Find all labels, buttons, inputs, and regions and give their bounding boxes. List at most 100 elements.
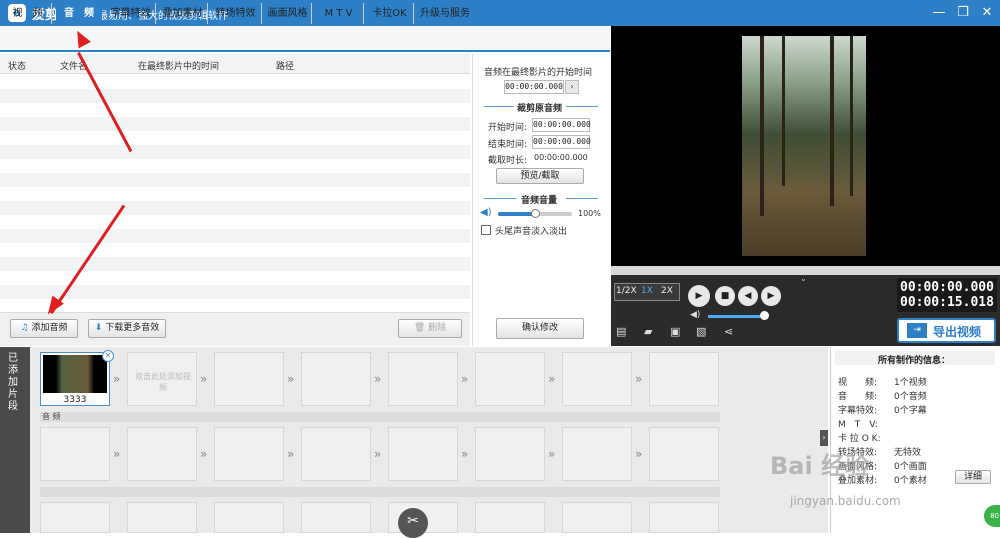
detail-button[interactable]: 详细 bbox=[955, 470, 991, 484]
player-volume-icon[interactable]: ◀) bbox=[690, 310, 700, 320]
volume-slider[interactable] bbox=[498, 209, 572, 218]
minimize-button[interactable]: — bbox=[930, 4, 948, 22]
empty-clip-slot[interactable] bbox=[649, 427, 719, 481]
column-status[interactable]: 状态 bbox=[8, 59, 26, 72]
empty-clip-slot[interactable] bbox=[127, 427, 197, 481]
empty-clip-slot[interactable] bbox=[214, 502, 284, 533]
clip-thumbnail[interactable]: 3333 bbox=[40, 352, 110, 406]
list-item[interactable] bbox=[0, 89, 470, 103]
add-video-placeholder-label: 双击此处添加视频 bbox=[135, 372, 191, 392]
tab-karaoke[interactable]: 卡拉OK bbox=[366, 3, 414, 24]
column-time-in-film[interactable]: 在最终影片中的时间 bbox=[138, 59, 219, 72]
empty-clip-slot[interactable] bbox=[127, 502, 197, 533]
save-icon[interactable]: ▣ bbox=[670, 325, 680, 338]
tab-video[interactable]: 视 频 bbox=[4, 3, 52, 24]
next-frame-icon[interactable]: ▶ bbox=[761, 286, 781, 306]
export-video-button[interactable]: ⇥ 导出视频 bbox=[897, 318, 996, 343]
preview-crop-button[interactable]: 预览/截取 bbox=[496, 168, 584, 184]
watermark-url: jingyan.baidu.com bbox=[790, 494, 901, 508]
download-more-label: 下载更多音效 bbox=[105, 323, 160, 333]
tab-subtitle-effects[interactable]: 字幕特效 bbox=[106, 3, 156, 24]
tab-picture-style[interactable]: 画面风格 bbox=[264, 3, 312, 24]
total-time: 00:00:15.018 bbox=[900, 295, 994, 310]
list-item[interactable] bbox=[0, 201, 470, 215]
player-volume-handle[interactable] bbox=[760, 311, 769, 320]
speed-1x-button[interactable]: 1X bbox=[641, 286, 653, 296]
tab-mtv[interactable]: M T V bbox=[314, 3, 364, 24]
empty-clip-slot[interactable] bbox=[475, 352, 545, 406]
list-item[interactable] bbox=[0, 229, 470, 243]
chevron-down-icon[interactable]: ⌄ bbox=[800, 274, 807, 283]
info-video-value: 1个视频 bbox=[894, 378, 927, 388]
scissors-icon[interactable]: ✂ bbox=[398, 508, 428, 538]
tab-audio[interactable]: 音 频 bbox=[56, 3, 102, 24]
chevron-right-icon[interactable]: › bbox=[565, 80, 579, 94]
open-folder-icon[interactable]: ▰ bbox=[644, 325, 652, 338]
tab-transitions[interactable]: 转场特效 bbox=[210, 3, 262, 24]
save-as-icon[interactable]: ▧ bbox=[696, 325, 706, 338]
speed-half-button[interactable]: 1/2X bbox=[616, 286, 637, 296]
add-video-placeholder[interactable]: 双击此处添加视频 bbox=[127, 352, 197, 406]
chevron-right-icon: » bbox=[635, 447, 643, 461]
fade-checkbox[interactable] bbox=[481, 225, 491, 235]
empty-clip-slot[interactable] bbox=[40, 502, 110, 533]
maximize-button[interactable]: ❐ bbox=[954, 4, 972, 22]
empty-clip-slot[interactable] bbox=[475, 427, 545, 481]
delete-button[interactable]: 🗑 删除 bbox=[398, 319, 462, 338]
list-item[interactable] bbox=[0, 145, 470, 159]
video-frame-image bbox=[742, 36, 866, 256]
list-item[interactable] bbox=[0, 173, 470, 187]
remove-clip-icon[interactable]: ✕ bbox=[102, 350, 114, 362]
stop-icon[interactable]: ■ bbox=[715, 286, 735, 306]
start-in-film-input[interactable]: 00:00:00.000 bbox=[504, 80, 564, 94]
crop-end-input[interactable]: 00:00:00.000 bbox=[532, 135, 591, 149]
play-icon[interactable]: ▶ bbox=[688, 285, 710, 307]
info-subtitle-value: 0个字幕 bbox=[894, 406, 927, 416]
tab-overlay-materials[interactable]: 叠加素材 bbox=[158, 3, 208, 24]
add-audio-button[interactable]: ♫ 添加音频 bbox=[10, 319, 78, 338]
list-item[interactable] bbox=[0, 257, 470, 271]
tab-upgrade-service[interactable]: 升级与服务 bbox=[416, 3, 474, 24]
empty-clip-slot[interactable] bbox=[562, 502, 632, 533]
empty-clip-slot[interactable] bbox=[649, 352, 719, 406]
crop-start-input[interactable]: 00:00:00.000 bbox=[532, 118, 591, 132]
empty-clip-slot[interactable] bbox=[388, 427, 458, 481]
corner-badge: 80 bbox=[984, 505, 1000, 527]
player-volume-slider[interactable] bbox=[708, 315, 764, 318]
new-project-icon[interactable]: ▤ bbox=[616, 325, 626, 338]
crop-duration-label: 截取时长: bbox=[488, 156, 528, 166]
divider bbox=[484, 106, 514, 107]
empty-clip-slot[interactable] bbox=[301, 427, 371, 481]
add-audio-label: 添加音频 bbox=[31, 323, 68, 333]
share-icon[interactable]: ⋖ bbox=[724, 325, 733, 338]
empty-clip-slot[interactable] bbox=[40, 427, 110, 481]
speed-2x-button[interactable]: 2X bbox=[661, 286, 673, 296]
divider bbox=[566, 198, 598, 199]
info-mtv-key: M T V: bbox=[838, 420, 878, 430]
added-clips-tab[interactable]: 已添加片段 bbox=[0, 347, 30, 533]
close-button[interactable]: ✕ bbox=[978, 4, 996, 22]
info-audio-value: 0个音频 bbox=[894, 392, 927, 402]
speaker-icon[interactable]: ◀) bbox=[480, 207, 492, 218]
export-video-label: 导出视频 bbox=[933, 325, 982, 339]
download-more-sounds-button[interactable]: ⬇ 下载更多音效 bbox=[88, 319, 166, 338]
confirm-changes-button[interactable]: 确认修改 bbox=[496, 318, 584, 339]
chevron-right-icon: » bbox=[461, 447, 469, 461]
list-item[interactable] bbox=[0, 117, 470, 131]
empty-clip-slot[interactable] bbox=[301, 502, 371, 533]
empty-clip-slot[interactable] bbox=[388, 352, 458, 406]
empty-clip-slot[interactable] bbox=[649, 502, 719, 533]
empty-clip-slot[interactable] bbox=[214, 427, 284, 481]
volume-slider-handle[interactable] bbox=[531, 209, 540, 218]
empty-clip-slot[interactable] bbox=[301, 352, 371, 406]
collapse-panel-icon[interactable]: › bbox=[820, 430, 828, 446]
empty-clip-slot[interactable] bbox=[562, 352, 632, 406]
column-path[interactable]: 路径 bbox=[276, 59, 294, 72]
empty-clip-slot[interactable] bbox=[214, 352, 284, 406]
empty-clip-slot[interactable] bbox=[562, 427, 632, 481]
previous-frame-icon[interactable]: ◀ bbox=[738, 286, 758, 306]
empty-clip-slot[interactable] bbox=[475, 502, 545, 533]
chevron-right-icon: » bbox=[548, 372, 556, 386]
audio-list[interactable] bbox=[0, 75, 470, 310]
info-title: 所有制作的信息： bbox=[878, 356, 951, 366]
